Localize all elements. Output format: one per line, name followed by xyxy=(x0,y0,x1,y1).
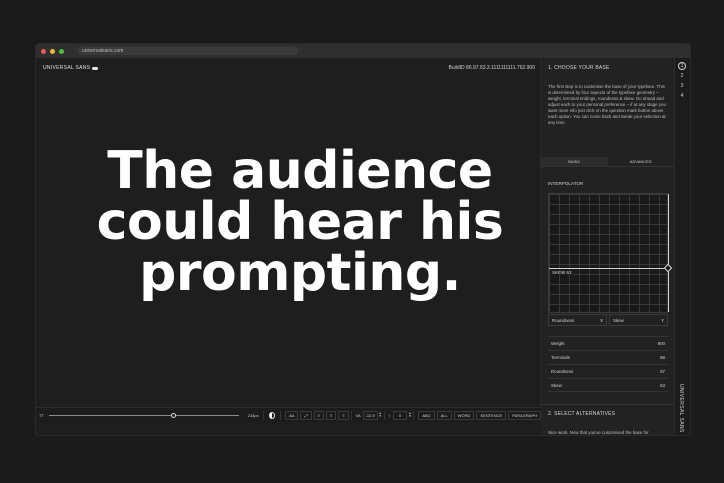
align-left-icon[interactable]: ≡ xyxy=(313,410,325,420)
sample-text[interactable]: The audience could hear his prompting. xyxy=(70,145,530,299)
interpolator-label: INTERPOLATOR xyxy=(548,181,584,186)
param-value: 900 xyxy=(657,341,665,346)
step-navigator: 1 2 3 4 UNIVERSAL SANS xyxy=(674,58,690,435)
param-value: 63 xyxy=(660,382,665,388)
x-axis-letter: X xyxy=(600,317,603,323)
mode-tabs: BASIC ADVANCED xyxy=(541,157,674,167)
leading-icon: ↕ xyxy=(388,412,391,418)
leading-input[interactable]: 0 xyxy=(392,410,408,420)
param-value: 88 xyxy=(660,355,665,360)
param-name: Weight xyxy=(551,341,565,346)
brand-name: UNIVERSAL SANS xyxy=(43,65,91,71)
param-name: Roundness xyxy=(551,369,574,374)
antialias-button[interactable]: AA xyxy=(285,410,299,420)
param-roundness[interactable]: Roundness 97 xyxy=(548,364,668,378)
param-weight[interactable]: Weight 900 xyxy=(548,336,668,350)
tracking-stepper-icon[interactable]: ▲ ▼ xyxy=(379,412,382,418)
crosshair-horizontal xyxy=(549,268,667,269)
type-preview-canvas: UNIVERSAL SANS BuildID 86.97.63.3.111111… xyxy=(36,58,542,422)
divider xyxy=(350,410,352,420)
y-axis-letter: Y xyxy=(661,317,664,323)
align-center-icon[interactable]: ≡ xyxy=(326,410,337,420)
x-axis-select[interactable]: Roundness X xyxy=(548,314,607,326)
divider xyxy=(280,410,282,420)
settings-panel: 1. CHOOSE YOUR BASE The first step is to… xyxy=(541,58,674,435)
font-size-slider[interactable] xyxy=(49,412,239,418)
step1-intro: The first step is to customise the base … xyxy=(548,84,666,125)
x-axis-name: Roundness xyxy=(552,317,575,323)
case-sentence-button[interactable]: SENTENCE xyxy=(476,410,507,420)
divider xyxy=(541,404,674,405)
y-axis-select[interactable]: Skew Y xyxy=(609,314,668,326)
param-value: 97 xyxy=(660,369,665,374)
bottom-toolbar: TT 233px AA ⤢ ≡ ≡ ≡ VA -12.9 ▲ ▼ ↕ 0 ▲ ▼ A… xyxy=(36,407,542,422)
build-id: BuildID 86.97.63.3.1111111111.762.900 xyxy=(448,65,535,71)
param-terminals[interactable]: Terminals 88 xyxy=(548,350,668,364)
case-abc-button[interactable]: ABC xyxy=(418,410,435,420)
tracking-label: VA xyxy=(355,412,361,418)
vertical-brand: UNIVERSAL SANS xyxy=(678,384,684,433)
expand-icon[interactable]: ⤢ xyxy=(300,410,312,420)
divider xyxy=(383,410,385,420)
parameter-list: Weight 900 Terminals 88 Roundness 97 Ske… xyxy=(548,336,668,392)
brand-pill-icon xyxy=(92,66,99,70)
interpolator-handle[interactable] xyxy=(663,263,673,273)
close-window-icon[interactable] xyxy=(41,48,46,54)
param-skew[interactable]: Skew 63 xyxy=(548,378,668,392)
maximize-window-icon[interactable] xyxy=(59,48,64,54)
font-size-icon: TT xyxy=(39,412,44,418)
address-bar[interactable]: universalsans.com xyxy=(78,47,298,55)
step-1[interactable]: 1 xyxy=(678,62,686,70)
crosshair-vertical xyxy=(668,194,669,312)
invert-colors-icon[interactable] xyxy=(268,411,276,419)
skew-tag: SKEW 63 xyxy=(551,270,573,275)
step1-title: 1. CHOOSE YOUR BASE xyxy=(548,65,610,71)
y-axis-name: Skew xyxy=(613,317,624,323)
tab-advanced[interactable]: ADVANCED xyxy=(608,157,675,166)
browser-titlebar: universalsans.com xyxy=(36,44,690,58)
param-name: Skew xyxy=(551,382,562,388)
step-2[interactable]: 2 xyxy=(678,72,686,80)
divider xyxy=(262,410,264,420)
case-all-button[interactable]: ALL xyxy=(436,410,452,420)
step-4[interactable]: 4 xyxy=(678,92,686,100)
step2-title: 2. SELECT ALTERNATIVES xyxy=(548,411,616,417)
case-paragraph-button[interactable]: PARAGRAPH xyxy=(508,410,542,420)
param-name: Terminals xyxy=(551,355,570,360)
case-word-button[interactable]: WORD xyxy=(453,410,475,420)
browser-window: universalsans.com UNIVERSAL SANS BuildID… xyxy=(35,43,691,436)
step2-intro: Nice work. Now that you've customised th… xyxy=(548,430,649,435)
leading-stepper-icon[interactable]: ▲ ▼ xyxy=(408,412,411,418)
step-3[interactable]: 3 xyxy=(678,82,686,90)
font-size-value: 233px xyxy=(247,412,259,418)
align-right-icon[interactable]: ≡ xyxy=(338,410,349,420)
font-size-slider-handle[interactable] xyxy=(170,412,176,418)
tracking-input[interactable]: -12.9 xyxy=(362,410,378,420)
brand-logo: UNIVERSAL SANS xyxy=(43,65,99,71)
divider xyxy=(413,410,415,420)
axis-selectors: Roundness X Skew Y xyxy=(548,314,668,326)
minimize-window-icon[interactable] xyxy=(50,48,55,54)
interpolator-grid[interactable]: SKEW 63 xyxy=(548,193,673,313)
tab-basic[interactable]: BASIC xyxy=(541,157,608,166)
